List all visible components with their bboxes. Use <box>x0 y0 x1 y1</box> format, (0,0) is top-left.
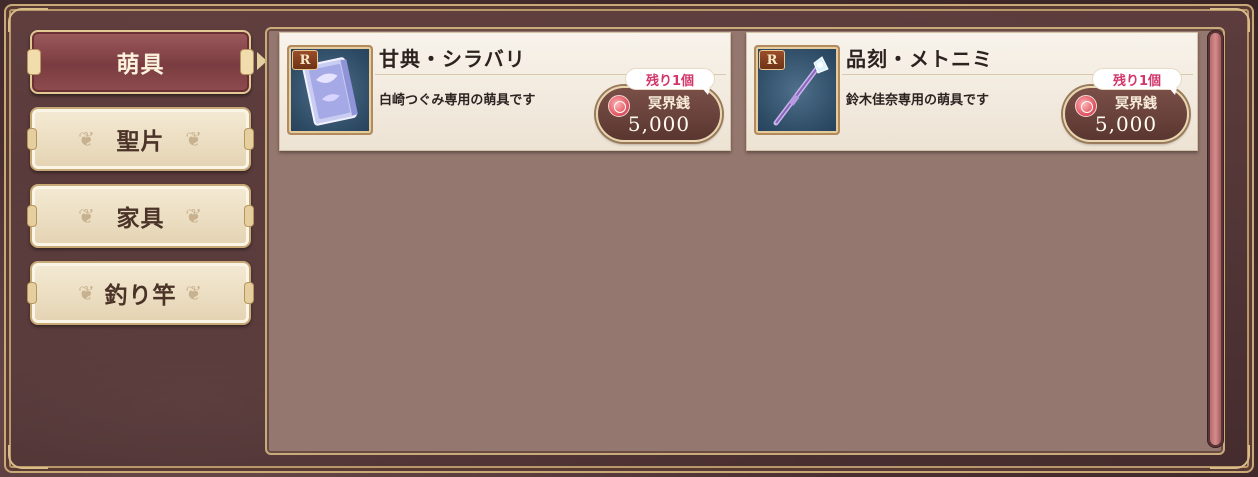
stock-remaining-badge: 残り1個 <box>1092 68 1182 95</box>
swirl-ornament-icon: ❦ <box>78 281 96 305</box>
tab-tsurizao[interactable]: ❦ 釣り竿 ❦ <box>27 261 254 325</box>
item-thumbnail: R <box>754 45 840 135</box>
tab-ornament <box>244 128 254 150</box>
tab-kagu[interactable]: ❦ 家具 ❦ <box>27 184 254 248</box>
item-description: 白崎つぐみ専用の萌具です <box>379 93 536 108</box>
item-card[interactable]: R 品刻・メトニミ 鈴木佳奈専用の萌具です 残り1個 冥界銭 5,000 <box>746 32 1198 151</box>
tab-ornament <box>27 128 37 150</box>
currency-label: 冥界銭 <box>648 96 690 112</box>
item-name: 甘典・シラバリ <box>379 47 526 71</box>
tab-label: 釣り竿 <box>104 283 177 309</box>
tab-seihen[interactable]: ❦ 聖片 ❦ <box>27 107 254 171</box>
frame-corner-ornament <box>8 445 48 469</box>
tab-ornament <box>240 49 254 75</box>
item-name: 品刻・メトニミ <box>846 47 993 71</box>
swirl-ornament-icon: ❦ <box>185 127 203 151</box>
tab-ornament <box>244 205 254 227</box>
tab-label: 聖片 <box>116 129 165 155</box>
rarity-badge: R <box>759 50 785 70</box>
item-description: 鈴木佳奈専用の萌具です <box>846 93 990 108</box>
swirl-ornament-icon: ❦ <box>78 204 96 228</box>
tab-ornament <box>27 205 37 227</box>
swirl-ornament-icon: ❦ <box>78 127 96 151</box>
item-list-scrollbar[interactable] <box>1207 30 1224 448</box>
tab-ornament <box>244 282 254 304</box>
tab-ornament <box>27 282 37 304</box>
item-thumbnail: R <box>287 45 373 135</box>
stock-remaining-badge: 残り1個 <box>625 68 715 95</box>
tab-ornament <box>27 49 41 75</box>
price-value: 5,000 <box>627 112 691 136</box>
tab-label: 萌具 <box>116 52 165 78</box>
item-card[interactable]: R 甘典・シラバリ 白崎つぐみ専用の萌具です 残り1個 冥界銭 5,000 <box>279 32 731 151</box>
currency-label: 冥界銭 <box>1115 96 1157 112</box>
swirl-ornament-icon: ❦ <box>185 281 203 305</box>
tab-label: 家具 <box>116 206 165 232</box>
tab-moegu[interactable]: 萌具 <box>27 30 254 94</box>
scrollbar-thumb[interactable] <box>1210 33 1221 445</box>
rarity-badge: R <box>292 50 318 70</box>
price-value: 5,000 <box>1094 112 1158 136</box>
frame-corner-ornament <box>8 8 48 32</box>
swirl-ornament-icon: ❦ <box>185 204 203 228</box>
